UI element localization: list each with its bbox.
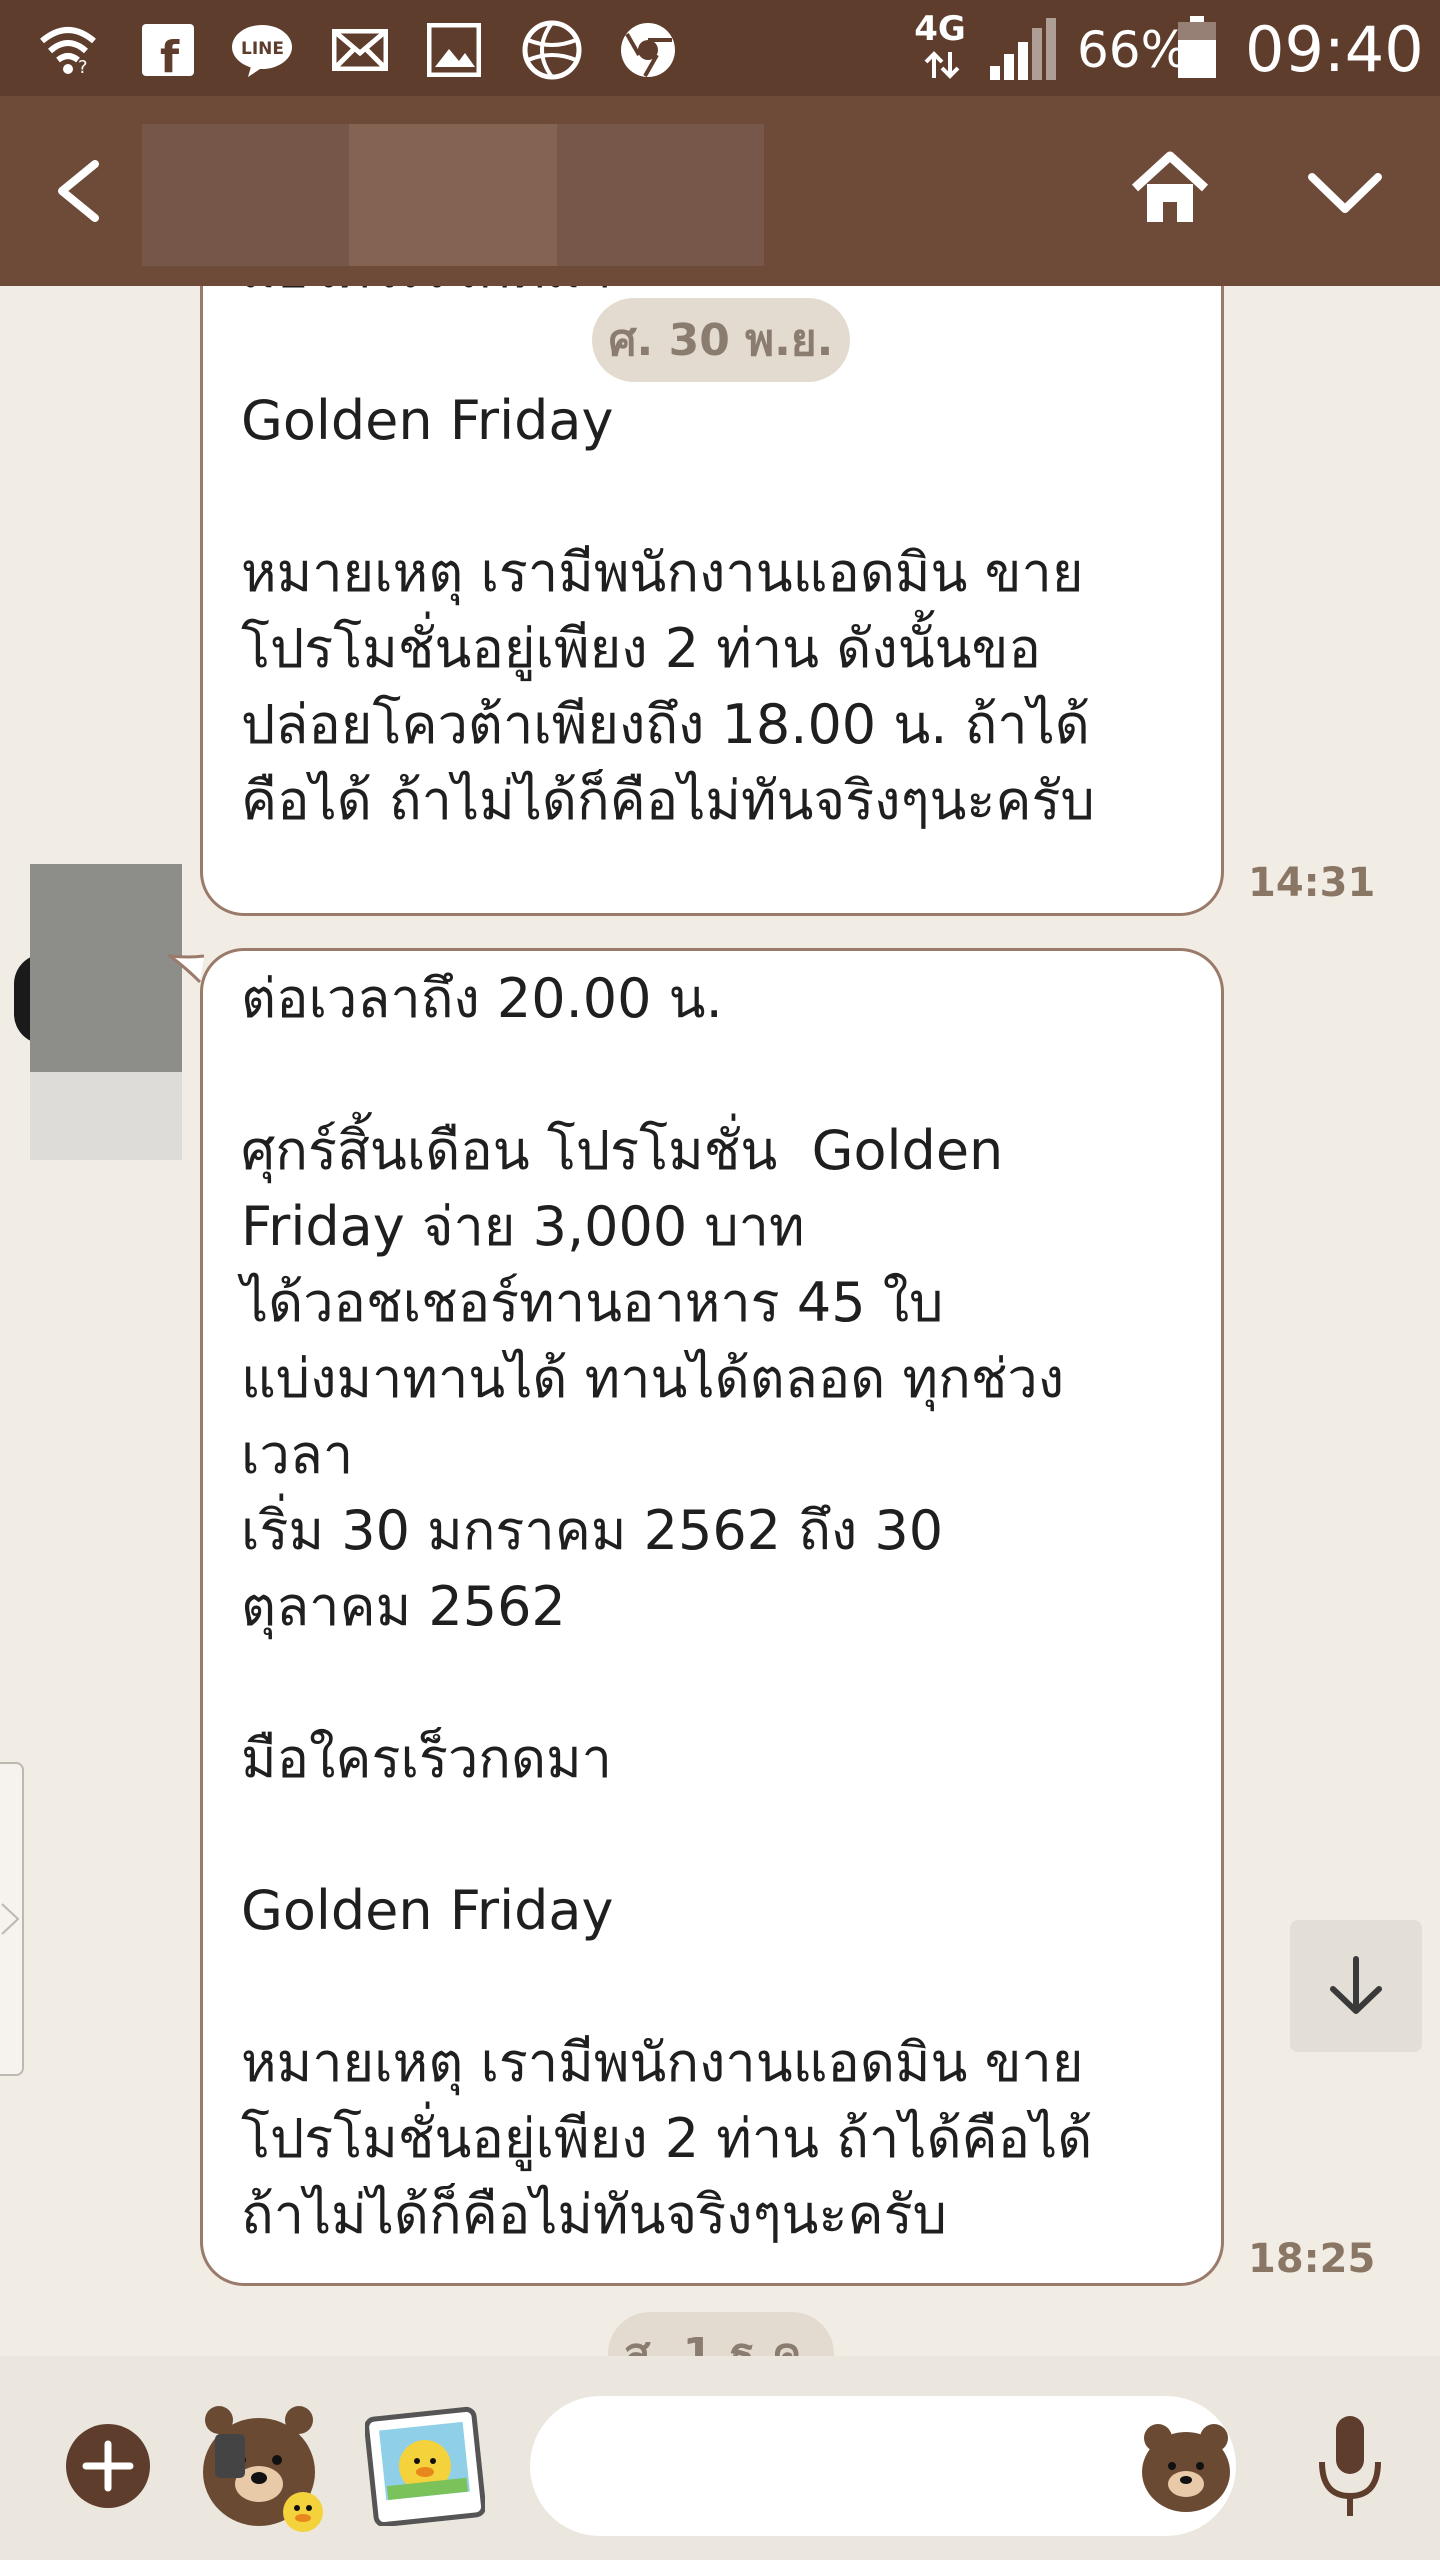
chat-header: [0, 96, 1440, 286]
arrow-down-icon: [1330, 1956, 1382, 2014]
chrome-icon: [618, 20, 678, 80]
scroll-to-bottom-button[interactable]: [1290, 1920, 1422, 2052]
date-separator: ส. 1 ธ.ค.: [608, 2312, 834, 2356]
line-icon: LINE: [232, 20, 292, 80]
svg-text:LINE: LINE: [241, 39, 284, 59]
photo-sticker-icon: [364, 2406, 487, 2528]
globe-icon: [522, 20, 582, 80]
date-separator: ศ. 30 พ.ย.: [592, 298, 850, 382]
emoji-button[interactable]: [1138, 2418, 1234, 2514]
gallery-icon: [424, 20, 484, 80]
chat-area[interactable]: มือใครเร็วกดมา Golden Friday หมายเหตุ เร…: [0, 286, 1440, 2356]
avatar-redacted[interactable]: [30, 864, 182, 1160]
message-input[interactable]: [530, 2396, 1236, 2536]
home-icon: [1131, 151, 1209, 222]
data-arrows-icon: [922, 50, 962, 84]
back-button[interactable]: [40, 146, 120, 236]
sticker-icon: [203, 2406, 323, 2532]
wifi-icon: ?: [38, 20, 98, 80]
microphone-icon: [1319, 2416, 1381, 2516]
menu-dropdown-button[interactable]: [1300, 151, 1390, 231]
svg-text:?: ?: [78, 57, 88, 75]
input-bar: [0, 2356, 1440, 2560]
home-button[interactable]: [1125, 144, 1215, 234]
mail-icon: [330, 20, 390, 80]
facebook-icon: f: [138, 20, 198, 80]
network-type: 4G: [914, 9, 966, 49]
svg-text:f: f: [160, 32, 180, 76]
message-bubble[interactable]: ต่อเวลาถึง 20.00 น. ศุกร์สิ้นเดือน โปรโม…: [200, 948, 1224, 2286]
emoji-icon: [1142, 2424, 1230, 2512]
microphone-button[interactable]: [1310, 2412, 1390, 2522]
battery-icon: [1178, 16, 1216, 78]
plus-icon: [82, 2440, 134, 2492]
signal-icon: [990, 18, 1056, 86]
message-time: 14:31: [1248, 860, 1376, 906]
chevron-left-icon: [58, 160, 99, 222]
chevron-down-icon: [1308, 173, 1382, 213]
status-bar: ? f LINE 4G 66% 09:40: [0, 0, 1440, 96]
clock: 09:40: [1245, 13, 1424, 86]
chat-title-redacted: [142, 124, 764, 266]
battery-percent: 66%: [1077, 21, 1189, 79]
plus-button[interactable]: [66, 2424, 150, 2508]
side-drawer-handle[interactable]: [0, 1762, 24, 2076]
photo-sticker-button[interactable]: [364, 2406, 487, 2528]
message-time: 18:25: [1248, 2236, 1376, 2282]
sticker-button[interactable]: [195, 2394, 335, 2534]
